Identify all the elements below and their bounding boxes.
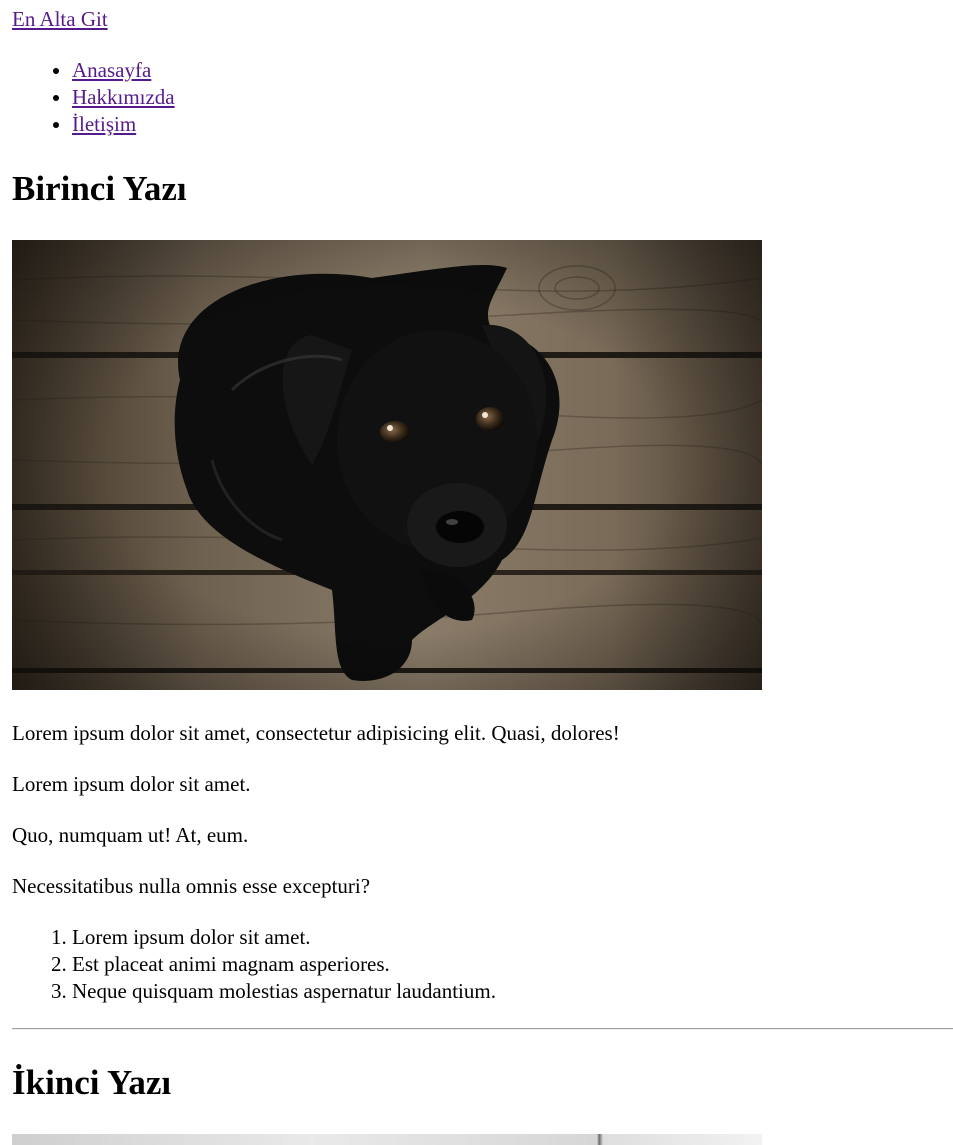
- nav-link-contact[interactable]: İletişim: [72, 112, 136, 136]
- second-post-photo: [12, 1134, 762, 1145]
- list-item: Neque quisquam molestias aspernatur laud…: [72, 978, 496, 1005]
- nav-item-about: Hakkımızda: [72, 84, 175, 111]
- post-title-first: Birinci Yazı: [12, 169, 187, 208]
- nav-link-home[interactable]: Anasayfa: [72, 58, 151, 82]
- post-paragraph: Necessitatibus nulla omnis esse exceptur…: [12, 874, 371, 898]
- black-puppy-icon: [12, 240, 762, 690]
- post-paragraph: Quo, numquam ut! At, eum.: [12, 823, 249, 847]
- post-paragraph: Lorem ipsum dolor sit amet.: [12, 772, 251, 796]
- post-ordered-list: Lorem ipsum dolor sit amet. Est placeat …: [12, 924, 496, 1005]
- nav-item-contact: İletişim: [72, 111, 175, 138]
- list-item: Est placeat animi magnam asperiores.: [72, 951, 496, 978]
- black-puppy-photo: [12, 240, 762, 690]
- nav-link-about[interactable]: Hakkımızda: [72, 85, 175, 109]
- list-item: Lorem ipsum dolor sit amet.: [72, 924, 496, 951]
- post-paragraph: Lorem ipsum dolor sit amet, consectetur …: [12, 721, 620, 745]
- nav-item-home: Anasayfa: [72, 57, 175, 84]
- go-to-bottom-link[interactable]: En Alta Git: [12, 6, 108, 33]
- section-divider: [12, 1028, 953, 1030]
- post-title-second: İkinci Yazı: [12, 1063, 172, 1102]
- main-nav: Anasayfa Hakkımızda İletişim: [12, 57, 175, 138]
